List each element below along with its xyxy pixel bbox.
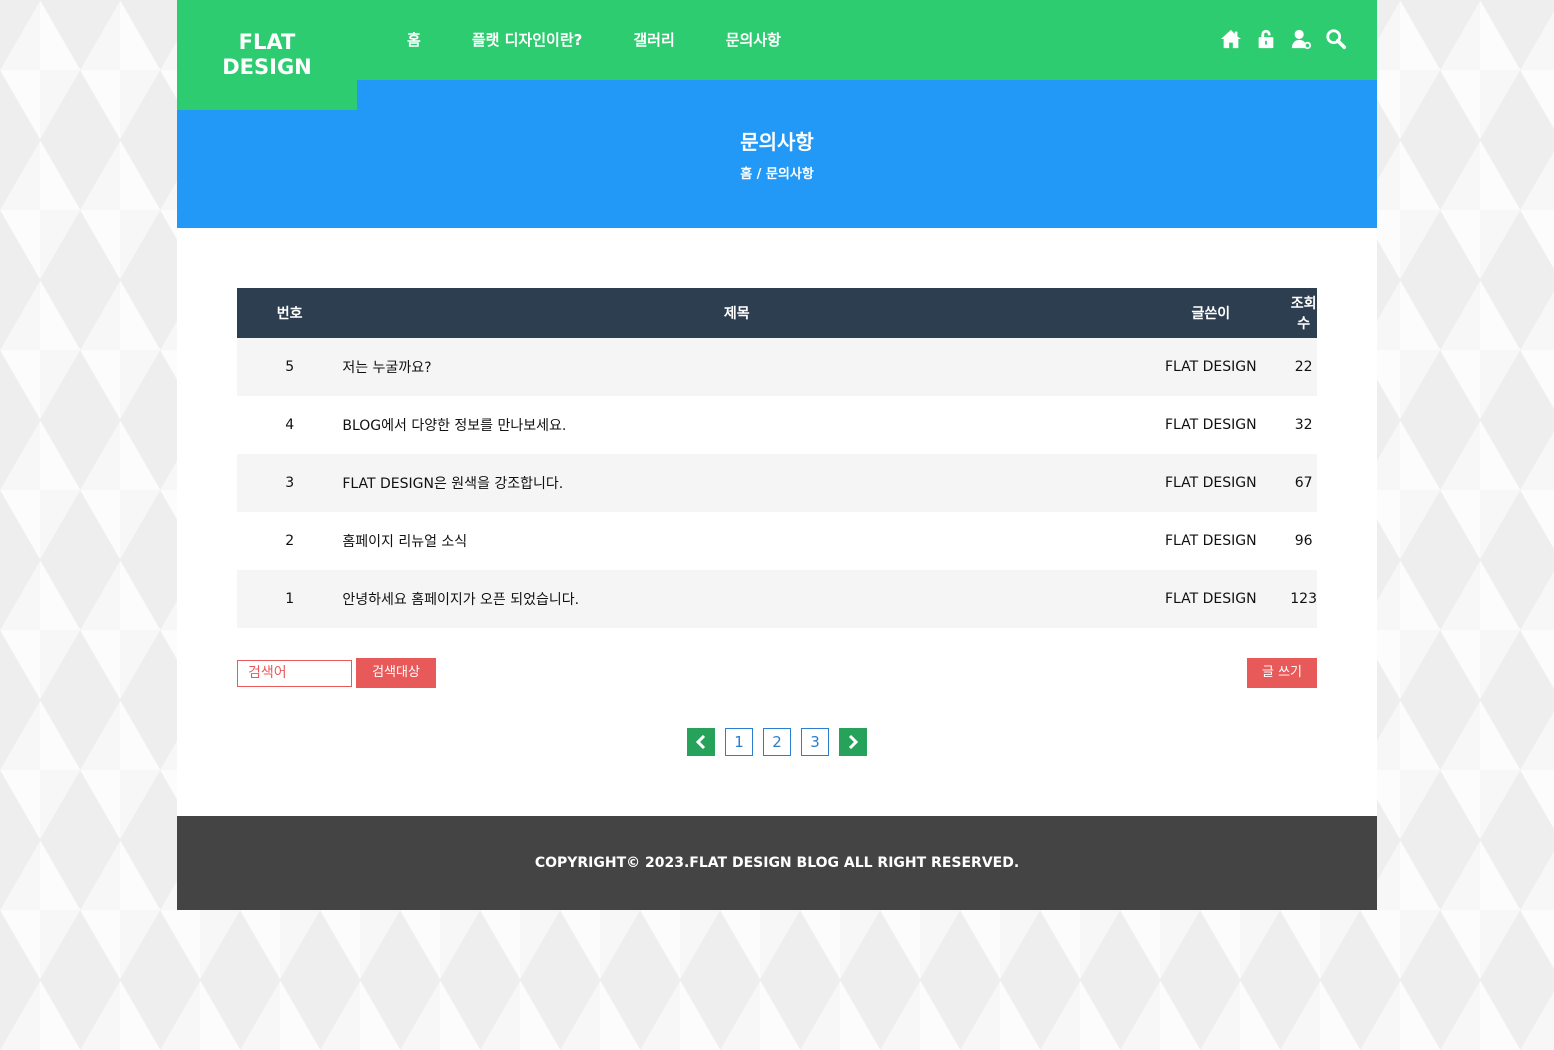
table-row[interactable]: 2 홈페이지 리뉴얼 소식 FLAT DESIGN 96 (237, 512, 1317, 570)
write-button[interactable]: 글 쓰기 (1247, 658, 1317, 688)
page-1[interactable]: 1 (725, 728, 753, 756)
table-row[interactable]: 4 BLOG에서 다양한 정보를 만나보세요. FLAT DESIGN 32 (237, 396, 1317, 454)
row-number: 5 (285, 359, 295, 375)
table-header-row: 번호 제목 글쓴이 조회수 (237, 288, 1317, 338)
header-views: 조회수 (1290, 296, 1317, 332)
row-number: 2 (285, 533, 295, 549)
nav-flat-design[interactable]: 플랫 디자인이란? (472, 29, 583, 50)
board-controls: 검색어 검색대상 글 쓰기 (237, 658, 1317, 688)
row-number: 4 (285, 417, 295, 433)
row-number: 3 (285, 475, 295, 491)
board-section: 번호 제목 글쓴이 조회수 5 저는 누굴까요? FLAT DESIGN 22 … (177, 228, 1377, 816)
row-writer: FLAT DESIGN (1164, 475, 1257, 491)
logo-line-1: FLAT (238, 30, 296, 54)
header-icons (1220, 28, 1347, 50)
search-input[interactable]: 검색어 (237, 660, 352, 687)
row-writer: FLAT DESIGN (1164, 359, 1257, 375)
copyright-text: COPYRIGHT© 2023.FLAT DESIGN BLOG ALL RIG… (534, 855, 1020, 871)
row-writer: FLAT DESIGN (1164, 533, 1257, 549)
breadcrumb: 홈 / 문의사항 (740, 167, 814, 182)
header-title: 제목 (723, 306, 750, 322)
page-3[interactable]: 3 (801, 728, 829, 756)
row-number: 1 (285, 591, 295, 607)
header-writer: 글쓴이 (1191, 306, 1231, 322)
row-title[interactable]: FLAT DESIGN은 원색을 강조합니다. (342, 454, 1131, 512)
page-title: 문의사항 (740, 130, 814, 154)
nav-gallery[interactable]: 갤러리 (633, 29, 674, 50)
pagination: 1 2 3 (237, 728, 1317, 756)
row-title[interactable]: 홈페이지 리뉴얼 소식 (342, 512, 1131, 570)
board-table: 번호 제목 글쓴이 조회수 5 저는 누굴까요? FLAT DESIGN 22 … (237, 288, 1317, 628)
table-row[interactable]: 1 안녕하세요 홈페이지가 오픈 되었습니다. FLAT DESIGN 123 (237, 570, 1317, 628)
row-title[interactable]: 저는 누굴까요? (342, 338, 1131, 396)
table-row[interactable]: 3 FLAT DESIGN은 원색을 강조합니다. FLAT DESIGN 67 (237, 454, 1317, 512)
nav-home[interactable]: 홈 (407, 29, 421, 50)
nav-inquiry[interactable]: 문의사항 (726, 29, 781, 50)
row-views: 123 (1290, 591, 1317, 607)
search-button[interactable]: 검색대상 (356, 658, 436, 688)
row-views: 22 (1294, 359, 1313, 375)
home-icon[interactable] (1220, 28, 1242, 50)
row-views: 96 (1294, 533, 1313, 549)
logo-line-2: DESIGN (222, 55, 312, 79)
lock-icon[interactable] (1255, 28, 1277, 50)
user-icon[interactable] (1290, 28, 1312, 50)
site-footer: COPYRIGHT© 2023.FLAT DESIGN BLOG ALL RIG… (177, 816, 1377, 910)
site-logo[interactable]: FLAT DESIGN (177, 0, 357, 110)
prev-page-button[interactable] (687, 728, 715, 756)
row-writer: FLAT DESIGN (1164, 417, 1257, 433)
page-banner: 문의사항 홈 / 문의사항 (177, 80, 1377, 228)
row-views: 67 (1294, 475, 1313, 491)
next-page-button[interactable] (839, 728, 867, 756)
row-title[interactable]: 안녕하세요 홈페이지가 오픈 되었습니다. (342, 570, 1131, 628)
chevron-left-icon (695, 735, 706, 749)
page-2[interactable]: 2 (763, 728, 791, 756)
table-row[interactable]: 5 저는 누굴까요? FLAT DESIGN 22 (237, 338, 1317, 396)
row-title[interactable]: BLOG에서 다양한 정보를 만나보세요. (342, 396, 1131, 454)
site-header: FLAT DESIGN 홈 플랫 디자인이란? 갤러리 문의사항 (177, 0, 1377, 110)
row-writer: FLAT DESIGN (1164, 591, 1257, 607)
row-views: 32 (1294, 417, 1313, 433)
main-nav: 홈 플랫 디자인이란? 갤러리 문의사항 (407, 0, 832, 80)
chevron-right-icon (848, 735, 859, 749)
header-number: 번호 (276, 306, 303, 322)
page-wrapper: FLAT DESIGN 홈 플랫 디자인이란? 갤러리 문의사항 문의사항 홈 … (177, 0, 1377, 910)
search-icon[interactable] (1325, 28, 1347, 50)
